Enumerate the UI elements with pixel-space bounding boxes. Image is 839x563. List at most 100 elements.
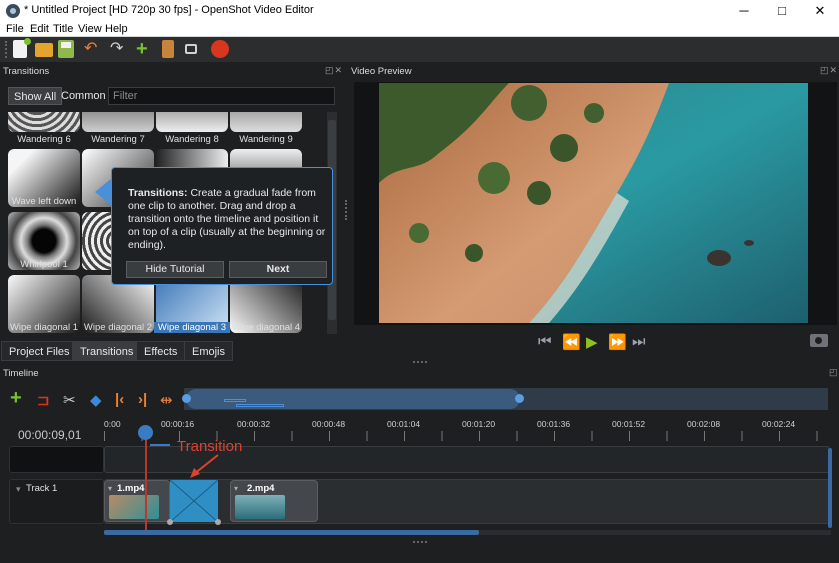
tab-emojis[interactable]: Emojis — [184, 341, 234, 361]
transition-label: Wave left down — [11, 196, 77, 207]
playhead-indicator — [150, 444, 170, 446]
jump-to-start-icon[interactable]: ⏮ — [538, 333, 552, 350]
transition-thumbnail[interactable] — [82, 112, 154, 132]
previous-marker-icon[interactable]: |‹ — [115, 391, 124, 408]
toolbar-grip — [5, 41, 7, 58]
splitter-handle[interactable] — [345, 200, 348, 220]
ruler-tick-label: 00:01:36 — [537, 419, 571, 429]
menu-file[interactable]: File — [6, 23, 24, 35]
clip-label: 1.mp4 — [117, 483, 145, 494]
ruler-tick-label: 00:02:24 — [762, 419, 796, 429]
add-track-icon[interactable]: + — [10, 387, 22, 410]
save-project-icon[interactable] — [58, 40, 74, 58]
ruler-tick-label: 00:01:04 — [387, 419, 421, 429]
clip-2[interactable]: ▾ 2.mp4 — [230, 480, 318, 522]
ruler-tick-label: 00:00:16 — [161, 419, 195, 429]
open-project-icon[interactable] — [35, 43, 53, 57]
rewind-icon[interactable]: ⏪ — [562, 333, 581, 351]
import-files-icon[interactable]: + — [136, 39, 154, 59]
transition-label: Wandering 9 — [239, 134, 293, 145]
track-name: Track 1 — [26, 483, 58, 494]
tab-effects[interactable]: Effects — [136, 341, 186, 361]
timeline-scroll-thumb[interactable] — [104, 530, 479, 535]
transition-label: Wipe diagonal 1 — [9, 322, 79, 333]
menu-view[interactable]: View — [78, 23, 102, 35]
minimize-icon[interactable]: ─ — [725, 0, 763, 22]
choose-profile-icon[interactable] — [162, 40, 174, 58]
splitter-handle[interactable] — [413, 361, 427, 364]
transition-label: Wipe diagonal 4 — [231, 322, 301, 333]
transition-label: Wipe diagonal 2 — [83, 322, 153, 333]
export-video-icon[interactable] — [211, 40, 229, 58]
timecode-display: 00:00:09,01 — [18, 428, 82, 442]
splitter-handle[interactable] — [413, 541, 427, 544]
ruler-tick-label: 0:00 — [104, 419, 121, 429]
razor-icon[interactable]: ✂ — [63, 391, 76, 409]
timeline-title: Timeline — [3, 368, 39, 379]
clip-thumbnail — [109, 495, 159, 519]
transition-label: Wandering 6 — [17, 134, 71, 145]
transitions-filter-bar: Show All Common — [8, 87, 335, 105]
transition-label-selected: Wipe diagonal 3 — [154, 322, 230, 333]
transition-label: Whirlpool 1 — [20, 259, 68, 270]
transitions-panel-title: Transitions — [3, 66, 50, 77]
menu-help[interactable]: Help — [105, 23, 128, 35]
playhead-line — [145, 430, 147, 530]
clip-thumbnail — [235, 495, 285, 519]
new-project-icon[interactable] — [13, 38, 31, 58]
ruler-tick-label: 00:00:48 — [312, 419, 346, 429]
snapping-icon[interactable]: ⊐ — [37, 391, 50, 409]
track-header-empty[interactable] — [9, 446, 104, 473]
close-icon[interactable]: ✕ — [801, 0, 839, 22]
playhead[interactable] — [138, 425, 153, 440]
ruler-tick-label: 00:01:52 — [612, 419, 646, 429]
transition-thumbnail[interactable] — [8, 112, 80, 132]
timeline-zoom-range[interactable] — [182, 389, 524, 409]
fast-forward-icon[interactable]: ⏩ — [608, 333, 627, 351]
undo-icon[interactable]: ↶ — [84, 40, 102, 58]
next-marker-icon[interactable]: ›| — [138, 391, 147, 408]
next-button[interactable]: Next — [229, 261, 327, 278]
play-icon[interactable]: ▶ — [586, 333, 598, 351]
panel-float-close-icon[interactable]: ◰✕ — [325, 65, 343, 76]
menu-edit[interactable]: Edit — [30, 23, 49, 35]
tutorial-heading: Transitions: — [128, 187, 188, 199]
menu-title[interactable]: Title — [53, 23, 73, 35]
fullscreen-icon[interactable] — [185, 44, 197, 54]
jump-to-end-icon[interactable]: ⏭ — [632, 333, 646, 350]
openshot-icon — [6, 4, 20, 18]
video-frame — [379, 83, 808, 323]
transition-label: Wandering 7 — [91, 134, 145, 145]
hide-tutorial-button[interactable]: Hide Tutorial — [126, 261, 224, 278]
timeline-vertical-scrollbar[interactable] — [828, 448, 832, 528]
common-filter[interactable]: Common — [56, 87, 111, 105]
show-all-filter[interactable]: Show All — [8, 87, 63, 105]
annotation-arrow — [190, 454, 219, 478]
ruler-tick-label: 00:01:20 — [462, 419, 496, 429]
add-marker-icon[interactable]: ◆ — [90, 391, 102, 409]
clip-1[interactable]: ▾ 1.mp4 — [104, 480, 170, 522]
ruler-tick-label: 00:00:32 — [237, 419, 271, 429]
transition-thumbnail[interactable] — [230, 112, 302, 132]
maximize-icon[interactable]: □ — [763, 0, 801, 22]
transition-thumbnail[interactable] — [156, 112, 228, 132]
video-preview-title: Video Preview — [351, 66, 412, 77]
transition-clip[interactable] — [167, 479, 221, 525]
clip-label: 2.mp4 — [247, 483, 275, 494]
tutorial-text: Transitions: Create a gradual fade from … — [128, 187, 326, 252]
redo-icon[interactable]: ↷ — [110, 40, 128, 58]
window-title: * Untitled Project [HD 720p 30 fps] - Op… — [24, 4, 314, 16]
tutorial-pointer — [95, 178, 112, 206]
transition-label: Wandering 8 — [165, 134, 219, 145]
tutorial-popup: Transitions: Create a gradual fade from … — [111, 167, 333, 285]
panel-float-close-icon[interactable]: ◰✕ — [820, 65, 838, 76]
panel-float-icon[interactable]: ◰ — [829, 367, 839, 378]
menu-bar: File Edit Title View Help — [0, 22, 839, 37]
tab-project-files[interactable]: Project Files — [1, 341, 78, 361]
track-header[interactable]: ▾ Track 1 — [9, 479, 104, 524]
camera-icon[interactable] — [810, 334, 828, 347]
tab-transitions[interactable]: Transitions — [72, 341, 142, 361]
main-toolbar: ↶ ↷ + — [0, 37, 839, 62]
center-playhead-icon[interactable]: ⇹ — [160, 391, 173, 409]
filter-input[interactable] — [108, 87, 335, 105]
